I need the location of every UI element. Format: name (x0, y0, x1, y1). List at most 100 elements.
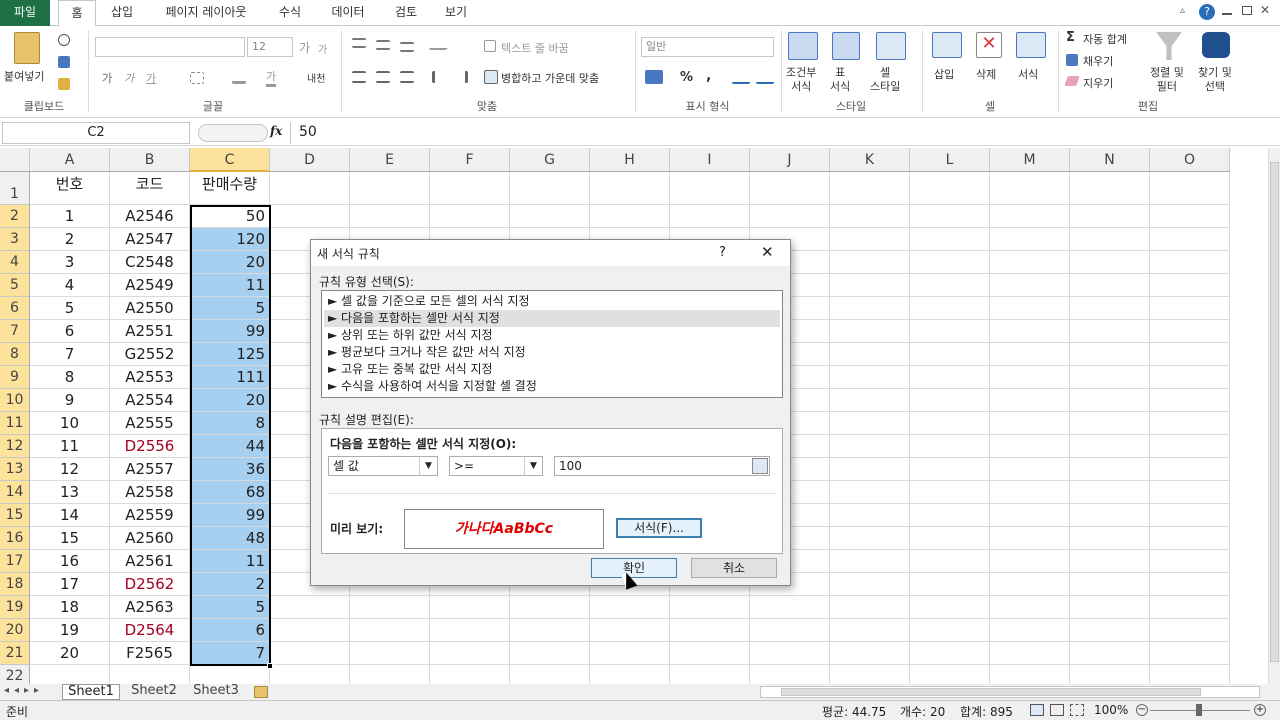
table-cell[interactable]: A2550 (110, 297, 190, 320)
empty-cell[interactable] (830, 412, 910, 435)
empty-cell[interactable] (1070, 458, 1150, 481)
increase-indent-icon[interactable] (454, 71, 468, 83)
empty-cell[interactable] (830, 573, 910, 596)
row-header-14[interactable]: 14 (0, 481, 30, 504)
empty-cell[interactable] (750, 172, 830, 205)
autosum-button[interactable]: 자동 합계 (1083, 31, 1127, 47)
wrap-text-icon[interactable] (484, 40, 496, 52)
empty-cell[interactable] (590, 642, 670, 665)
cancel-button[interactable]: 취소 (691, 558, 777, 578)
empty-cell[interactable] (1150, 642, 1230, 665)
insert-cells-icon[interactable] (932, 32, 962, 58)
empty-cell[interactable] (990, 251, 1070, 274)
fill-button[interactable]: 채우기 (1083, 53, 1113, 69)
row-header-9[interactable]: 9 (0, 366, 30, 389)
decrease-decimal-icon[interactable] (756, 70, 774, 84)
column-header-f[interactable]: F (430, 148, 510, 172)
empty-cell[interactable] (1070, 389, 1150, 412)
row-header-11[interactable]: 11 (0, 412, 30, 435)
name-box[interactable]: C2 (2, 122, 190, 144)
zoom-level[interactable]: 100% (1094, 703, 1128, 717)
chevron-down-icon[interactable]: ▼ (419, 457, 437, 475)
row-header-21[interactable]: 21 (0, 642, 30, 665)
empty-cell[interactable] (830, 642, 910, 665)
window-close-icon[interactable]: ✕ (1260, 3, 1274, 17)
table-cell[interactable]: 8 (190, 412, 270, 435)
empty-cell[interactable] (910, 412, 990, 435)
table-cell[interactable]: 6 (30, 320, 110, 343)
table-cell[interactable]: 8 (30, 366, 110, 389)
empty-cell[interactable] (670, 642, 750, 665)
empty-cell[interactable] (670, 205, 750, 228)
cell-styles-button[interactable]: 셀 스타일 (870, 66, 900, 94)
empty-cell[interactable] (670, 596, 750, 619)
empty-cell[interactable] (1070, 481, 1150, 504)
empty-cell[interactable] (830, 435, 910, 458)
table-cell[interactable]: 14 (30, 504, 110, 527)
align-center-icon[interactable] (376, 71, 390, 83)
eraser-icon[interactable] (1064, 76, 1080, 86)
tab-view[interactable]: 보기 (434, 0, 478, 26)
table-cell[interactable]: 7 (190, 642, 270, 665)
copy-icon[interactable] (58, 56, 70, 68)
zoom-slider-thumb[interactable] (1196, 704, 1202, 716)
empty-cell[interactable] (1070, 343, 1150, 366)
formula-input[interactable]: 50 (290, 122, 1266, 144)
empty-cell[interactable] (670, 619, 750, 642)
empty-cell[interactable] (1070, 619, 1150, 642)
table-cell[interactable]: 20 (190, 251, 270, 274)
rule-type-item[interactable]: ► 평균보다 크거나 작은 값만 서식 지정 (324, 344, 780, 361)
row-header-22[interactable]: 22 (0, 665, 30, 684)
table-cell[interactable]: 50 (190, 205, 270, 228)
empty-cell[interactable] (990, 412, 1070, 435)
borders-icon[interactable] (190, 72, 204, 84)
table-cell[interactable]: 16 (30, 550, 110, 573)
underline-button[interactable]: 가 (146, 70, 156, 86)
page-layout-view-icon[interactable] (1050, 704, 1064, 716)
table-cell[interactable]: 2 (30, 228, 110, 251)
empty-cell[interactable] (990, 274, 1070, 297)
empty-cell[interactable] (1070, 527, 1150, 550)
rule-type-item[interactable]: ► 셀 값을 기준으로 모든 셀의 서식 지정 (324, 293, 780, 310)
shrink-font-button[interactable]: 가 (318, 41, 327, 56)
empty-cell[interactable] (350, 205, 430, 228)
format-painter-icon[interactable] (58, 78, 70, 90)
empty-cell[interactable] (910, 527, 990, 550)
empty-cell[interactable] (910, 619, 990, 642)
merge-center-button[interactable]: 병합하고 가운데 맞춤 (501, 70, 599, 86)
table-cell[interactable]: 11 (30, 435, 110, 458)
dialog-close-button[interactable]: ✕ (761, 243, 774, 261)
empty-cell[interactable] (750, 619, 830, 642)
table-cell[interactable]: A2560 (110, 527, 190, 550)
table-cell[interactable]: 3 (30, 251, 110, 274)
empty-cell[interactable] (990, 172, 1070, 205)
table-cell[interactable]: A2547 (110, 228, 190, 251)
table-cell[interactable]: 11 (190, 550, 270, 573)
empty-cell[interactable] (910, 665, 990, 684)
horizontal-scroll-thumb[interactable] (781, 688, 1201, 696)
empty-cell[interactable] (1150, 389, 1230, 412)
empty-cell[interactable] (750, 596, 830, 619)
merge-center-icon[interactable] (484, 70, 498, 84)
empty-cell[interactable] (830, 458, 910, 481)
column-header-o[interactable]: O (1150, 148, 1230, 172)
orientation-icon[interactable] (428, 38, 454, 50)
empty-cell[interactable] (590, 172, 670, 205)
empty-cell[interactable] (990, 228, 1070, 251)
cut-icon[interactable] (58, 34, 70, 46)
table-cell[interactable]: F2565 (110, 642, 190, 665)
empty-cell[interactable] (910, 550, 990, 573)
empty-cell[interactable] (830, 366, 910, 389)
help-icon[interactable]: ? (1199, 4, 1215, 20)
window-minimize-icon[interactable] (1222, 7, 1232, 15)
rule-type-item[interactable]: ► 고유 또는 중복 값만 서식 지정 (324, 361, 780, 378)
column-header-i[interactable]: I (670, 148, 750, 172)
empty-cell[interactable] (1150, 573, 1230, 596)
new-sheet-icon[interactable] (254, 686, 268, 698)
table-cell[interactable]: D2556 (110, 435, 190, 458)
bold-button[interactable]: 가 (102, 70, 112, 86)
empty-cell[interactable] (830, 481, 910, 504)
range-picker-icon[interactable] (752, 458, 768, 474)
tab-formulas[interactable]: 수식 (268, 0, 312, 26)
conditional-formatting-button[interactable]: 조건부 서식 (786, 66, 816, 94)
